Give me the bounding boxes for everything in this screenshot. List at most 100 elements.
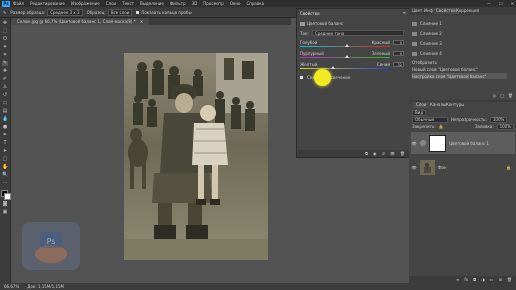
layer-kind-select[interactable]: Вид [412, 109, 427, 116]
blur-tool-icon[interactable]: 💧 [2, 117, 8, 122]
history-item[interactable]: Слияние 2 [412, 29, 507, 38]
delete-layer-icon[interactable]: 🗑 [507, 277, 512, 282]
brush-tool-icon[interactable]: ✐ [2, 77, 8, 82]
healing-tool-icon[interactable]: ✚ [2, 69, 8, 74]
background-color-swatch[interactable] [4, 193, 11, 200]
cyan-red-value[interactable]: 0 [393, 40, 404, 45]
layer-row-background[interactable]: 👁 Фон 🔒 [411, 156, 515, 178]
path-select-tool-icon[interactable]: ➤ [2, 149, 8, 154]
document-tab[interactable]: Селюк.jpg @ 66,7% (Цветовой баланс 1, Сл… [11, 18, 150, 25]
history-item[interactable]: Слияние 4 [412, 49, 507, 58]
magenta-green-knob[interactable] [344, 55, 349, 58]
canvas-photo[interactable] [124, 53, 268, 260]
screen-mode-icon[interactable]: ▣ [2, 210, 8, 215]
fill-input[interactable]: 100% [496, 123, 514, 130]
menu-edit[interactable]: Редактирование [30, 1, 65, 6]
history-item[interactable]: Слияние 3 [412, 39, 507, 48]
tab-adjustments[interactable]: Коррекция [453, 8, 482, 14]
yellow-blue-knob[interactable] [330, 66, 335, 69]
history-item-label: Слияние 1 [420, 21, 442, 26]
reset-icon[interactable]: ↺ [381, 151, 384, 156]
new-adjustment-icon[interactable]: ◑ [481, 277, 485, 282]
opacity-input[interactable]: 100% [489, 116, 508, 123]
history-item[interactable]: Отобразить [412, 59, 507, 65]
menu-select[interactable]: Выделение [140, 1, 164, 6]
status-bar: 66,67% Док: 1,15M/1,15M [0, 283, 516, 290]
maximize-icon[interactable]: ☐ [499, 1, 503, 6]
hand-tool-icon[interactable]: ✋ [2, 165, 8, 170]
trash-icon[interactable]: 🗑 [508, 93, 513, 98]
quick-select-tool-icon[interactable]: ✦ [2, 45, 8, 50]
preserve-luminosity-checkbox[interactable] [300, 76, 303, 79]
menu-image[interactable]: Изображение [71, 1, 100, 6]
properties-tab[interactable]: Свойства [300, 11, 320, 16]
tab-paths[interactable]: Контуры [443, 102, 467, 108]
menu-filter[interactable]: Фильтр [170, 1, 186, 6]
crop-tool-icon[interactable]: ⌗ [2, 53, 8, 58]
dodge-tool-icon[interactable]: ● [2, 125, 8, 130]
more-tools-icon[interactable]: … [2, 180, 8, 185]
app-logo[interactable]: Ps [2, 0, 10, 7]
eraser-tool-icon[interactable]: ▭ [2, 101, 8, 106]
lock-icon[interactable]: 🔒 [439, 124, 444, 129]
clone-stamp-tool-icon[interactable]: ♙ [2, 85, 8, 90]
menu-view[interactable]: Просмотр [203, 1, 224, 6]
zoom-level[interactable]: 66,67% [4, 284, 19, 289]
visibility-eye-icon[interactable]: 👁 [411, 165, 417, 170]
tone-select[interactable]: Средние тона [311, 30, 404, 36]
link-layers-icon[interactable]: ∞ [456, 277, 459, 282]
menu-window[interactable]: Окно [230, 1, 241, 6]
history-item[interactable]: Новый слой "Цветовой баланс" [412, 66, 507, 72]
lock-row: Закрепить: 🔒 Заливка: 100% [412, 123, 514, 130]
close-icon[interactable]: ✕ [511, 1, 514, 6]
blend-mode-select[interactable]: Обычные [412, 116, 448, 123]
clip-to-layer-icon[interactable]: ⧉ [365, 151, 368, 156]
show-ring-label: Показать кольцо пробы [141, 9, 192, 15]
adjustment-title: Цветовой баланс [307, 21, 344, 26]
panel-menu-icon[interactable]: ≡ [403, 10, 406, 15]
sample-size-select[interactable]: Среднее 3 х 3 [47, 8, 83, 16]
history-item[interactable]: Слияние 1 [412, 19, 507, 28]
menu-type[interactable]: Текст [122, 1, 134, 6]
tools-panel: ✥ ⬚ ʘ ✦ ⌗ ✎ ✚ ✐ ♙ ↺ ▭ ▤ 💧 ● ✒ T ➤ ▢ ✋ 🔍 … [0, 18, 11, 290]
magenta-green-value[interactable]: 0 [393, 51, 404, 56]
layer-thumbnail[interactable] [420, 159, 435, 175]
menu-help[interactable]: Справка [246, 1, 264, 6]
menu-3d[interactable]: 3D [192, 1, 198, 6]
close-tab-icon[interactable]: ✕ [140, 19, 143, 24]
yellow-blue-track[interactable] [300, 68, 390, 69]
fx-icon[interactable]: fx [464, 277, 468, 282]
yellow-label: Желтый [300, 62, 318, 67]
lasso-tool-icon[interactable]: ʘ [2, 37, 8, 42]
move-tool-icon[interactable]: ✥ [2, 21, 8, 26]
gradient-tool-icon[interactable]: ▤ [2, 109, 8, 114]
delete-icon[interactable]: 🗑 [400, 151, 405, 156]
menu-file[interactable]: Файл [13, 1, 24, 6]
eyedropper-tool-icon[interactable]: ✎ [2, 61, 8, 66]
quick-mask-icon[interactable]: ◙ [2, 202, 8, 207]
type-tool-icon[interactable]: T [2, 141, 8, 146]
visibility-eye-icon[interactable]: 👁 [411, 141, 417, 146]
marquee-tool-icon[interactable]: ⬚ [2, 29, 8, 34]
yellow-blue-value[interactable]: -32 [393, 62, 404, 67]
menu-layers[interactable]: Слои [106, 1, 116, 6]
add-mask-icon[interactable]: ◘ [473, 277, 476, 282]
new-layer-icon[interactable]: ⊞ [499, 277, 502, 282]
camera-icon[interactable]: ▢ [500, 93, 504, 98]
eyedropper-icon[interactable]: ✎ [3, 10, 6, 15]
zoom-tool-icon[interactable]: 🔍 [2, 173, 8, 178]
visibility-icon[interactable]: 👁 [390, 151, 395, 156]
new-snapshot-icon[interactable]: ◎ [493, 93, 497, 98]
minimize-icon[interactable]: — [487, 1, 491, 6]
shape-tool-icon[interactable]: ▢ [2, 157, 8, 162]
view-previous-icon[interactable]: ◉ [373, 151, 377, 156]
layer-mask-thumbnail[interactable] [429, 134, 446, 152]
new-group-icon[interactable]: ▭ [490, 277, 494, 282]
pen-tool-icon[interactable]: ✒ [2, 133, 8, 138]
show-ring-checkbox[interactable] [136, 10, 140, 14]
layer-row-color-balance[interactable]: 👁 Цветовой баланс 1 [411, 132, 515, 154]
history-item-selected[interactable]: Настройка слоя "Цветовой баланс" [412, 73, 507, 79]
sample-select[interactable]: Все слои [107, 8, 133, 16]
history-brush-tool-icon[interactable]: ↺ [2, 93, 8, 98]
cyan-red-knob[interactable] [344, 44, 349, 47]
